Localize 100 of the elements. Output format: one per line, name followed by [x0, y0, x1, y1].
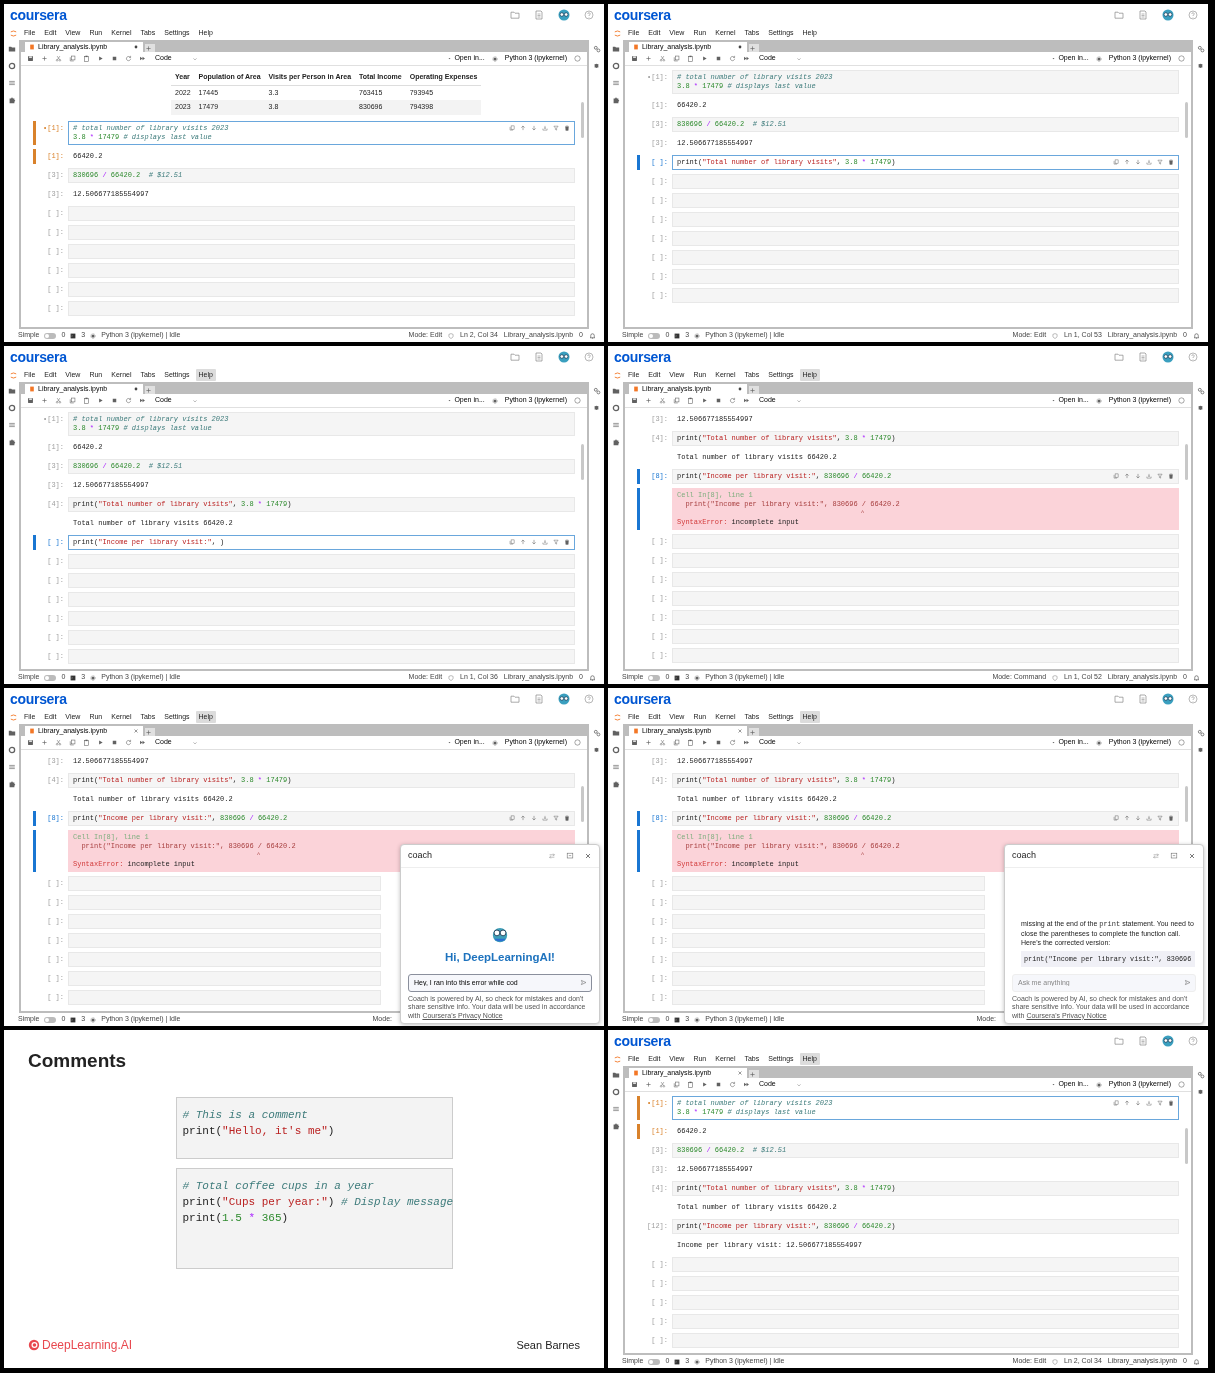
delete-icon[interactable] — [1168, 1100, 1174, 1106]
running-icon[interactable] — [7, 62, 16, 70]
chat-icon[interactable] — [566, 851, 574, 860]
duplicate-icon[interactable] — [509, 124, 515, 131]
bell-icon[interactable] — [1193, 1358, 1200, 1365]
toggle-switch[interactable] — [648, 1358, 661, 1365]
kernel-settings-icon[interactable] — [491, 739, 498, 746]
insert-icon[interactable] — [1146, 159, 1152, 165]
fast-forward-icon[interactable] — [743, 55, 750, 62]
gears-icon[interactable] — [592, 387, 601, 395]
paste-icon[interactable] — [687, 55, 694, 62]
folder-icon[interactable] — [611, 1071, 620, 1079]
document-icon[interactable] — [1138, 694, 1148, 704]
funnel-icon[interactable] — [1157, 1100, 1163, 1106]
gears-icon[interactable] — [1196, 729, 1205, 737]
bell-icon[interactable] — [1193, 332, 1200, 339]
add-icon[interactable] — [41, 55, 48, 62]
kernel-icon[interactable] — [90, 332, 97, 339]
scrollbar[interactable] — [1185, 786, 1188, 822]
toggle-switch[interactable] — [648, 332, 661, 339]
move-up-icon[interactable] — [1124, 1100, 1130, 1106]
kernel-settings-icon[interactable] — [491, 55, 498, 62]
send-icon[interactable] — [580, 978, 587, 986]
move-up-icon[interactable] — [1124, 815, 1130, 821]
funnel-icon[interactable] — [553, 539, 559, 545]
toggle-switch[interactable] — [44, 674, 57, 681]
terminal-icon[interactable] — [70, 332, 77, 339]
run-icon[interactable] — [701, 397, 708, 404]
puzzle-icon[interactable] — [7, 438, 16, 446]
scrollbar[interactable] — [1185, 1128, 1188, 1164]
run-icon[interactable] — [701, 55, 708, 62]
kernel-settings-icon[interactable] — [1095, 397, 1102, 404]
terminal-icon[interactable] — [674, 1016, 681, 1023]
delete-icon[interactable] — [1168, 815, 1174, 821]
bug-icon[interactable] — [593, 404, 600, 411]
gears-icon[interactable] — [592, 45, 601, 53]
toggle-switch[interactable] — [44, 1016, 57, 1023]
fast-forward-icon[interactable] — [743, 1081, 750, 1088]
stop-icon[interactable] — [715, 739, 722, 746]
duplicate-icon[interactable] — [1113, 473, 1119, 479]
move-down-icon[interactable] — [1135, 815, 1141, 821]
bug-icon[interactable] — [593, 62, 600, 69]
help-icon[interactable] — [1188, 694, 1198, 704]
avatar-icon[interactable] — [558, 693, 570, 705]
close-icon[interactable] — [133, 728, 139, 734]
save-icon[interactable] — [27, 55, 34, 62]
move-up-icon[interactable] — [1124, 159, 1130, 165]
duplicate-icon[interactable] — [1113, 159, 1119, 165]
document-icon[interactable] — [534, 694, 544, 704]
scrollbar[interactable] — [581, 444, 584, 480]
folder-icon[interactable] — [611, 729, 620, 737]
avatar-icon[interactable] — [1162, 1035, 1174, 1047]
running-icon[interactable] — [7, 404, 16, 412]
move-down-icon[interactable] — [1135, 1100, 1141, 1106]
move-up-icon[interactable] — [520, 539, 526, 545]
paste-icon[interactable] — [687, 397, 694, 404]
shield-icon[interactable] — [448, 674, 455, 681]
stop-icon[interactable] — [111, 739, 118, 746]
insert-icon[interactable] — [542, 539, 548, 545]
stop-icon[interactable] — [715, 397, 722, 404]
puzzle-icon[interactable] — [7, 96, 16, 104]
unsaved-dot-icon[interactable] — [133, 386, 139, 392]
cut-icon[interactable] — [55, 739, 62, 746]
paste-icon[interactable] — [83, 55, 90, 62]
restart-icon[interactable] — [729, 397, 736, 404]
list-icon[interactable] — [611, 1105, 620, 1113]
gears-icon[interactable] — [1196, 1071, 1205, 1079]
toggle-switch[interactable] — [648, 1016, 661, 1023]
paste-icon[interactable] — [83, 397, 90, 404]
folder-icon[interactable] — [611, 45, 620, 53]
funnel-icon[interactable] — [553, 124, 559, 131]
shield-icon[interactable] — [1052, 1358, 1059, 1365]
toggle-switch[interactable] — [44, 332, 57, 339]
puzzle-icon[interactable] — [611, 1122, 620, 1130]
move-down-icon[interactable] — [1135, 159, 1141, 165]
gears-icon[interactable] — [592, 729, 601, 737]
puzzle-icon[interactable] — [611, 438, 620, 446]
close-icon[interactable] — [584, 851, 592, 860]
running-icon[interactable] — [611, 404, 620, 412]
toggle-switch[interactable] — [648, 674, 661, 681]
paste-icon[interactable] — [687, 1081, 694, 1088]
cut-icon[interactable] — [659, 397, 666, 404]
fast-forward-icon[interactable] — [139, 739, 146, 746]
kernel-icon[interactable] — [694, 1016, 701, 1023]
move-up-icon[interactable] — [520, 124, 526, 131]
delete-icon[interactable] — [564, 539, 570, 545]
add-icon[interactable] — [645, 739, 652, 746]
insert-icon[interactable] — [542, 124, 548, 131]
move-down-icon[interactable] — [1135, 473, 1141, 479]
insert-icon[interactable] — [1146, 1100, 1152, 1106]
unsaved-dot-icon[interactable] — [737, 44, 743, 50]
puzzle-icon[interactable] — [611, 96, 620, 104]
move-down-icon[interactable] — [531, 539, 537, 545]
restart-icon[interactable] — [729, 55, 736, 62]
run-icon[interactable] — [97, 739, 104, 746]
avatar-icon[interactable] — [1162, 351, 1174, 363]
puzzle-icon[interactable] — [7, 780, 16, 788]
document-icon[interactable] — [1138, 1036, 1148, 1046]
folder-icon[interactable] — [611, 387, 620, 395]
paste-icon[interactable] — [83, 739, 90, 746]
